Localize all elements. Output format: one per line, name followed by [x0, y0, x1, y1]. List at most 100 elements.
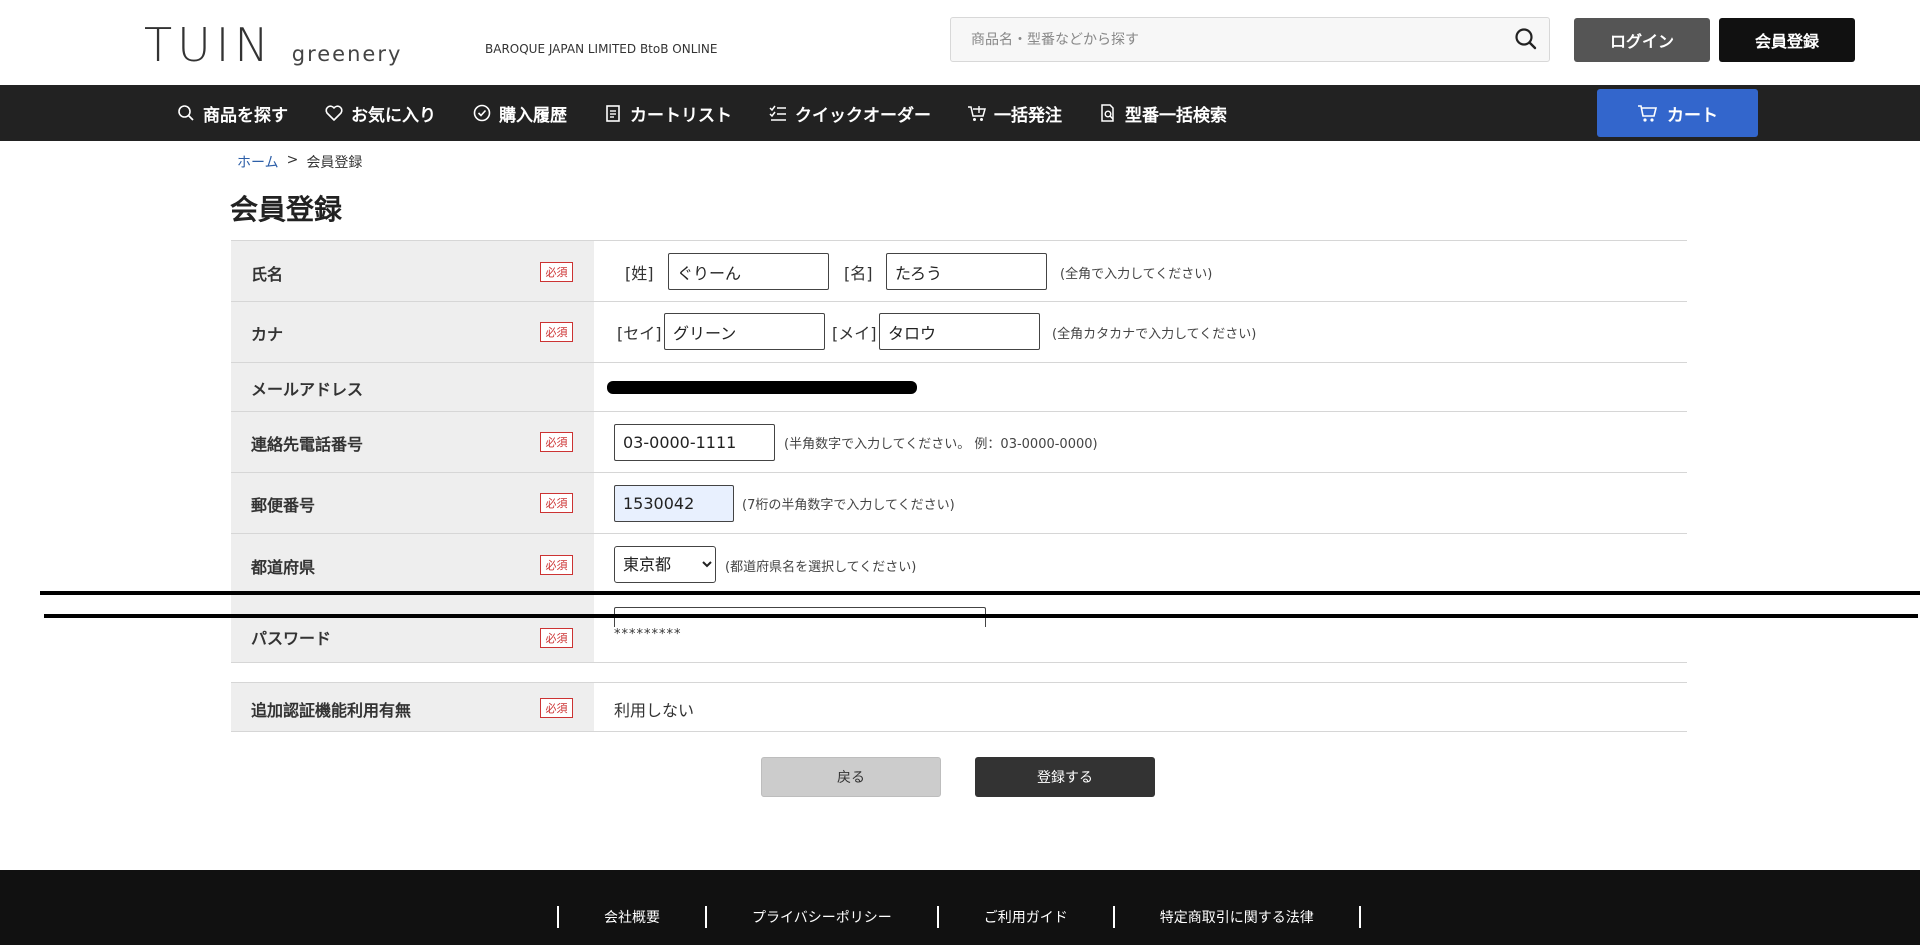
required-badge: 必須: [540, 555, 573, 575]
form-row-value-cell: 利用しない: [594, 683, 1687, 731]
back-button[interactable]: 戻る: [761, 757, 941, 797]
footer-divider: [1358, 906, 1361, 928]
required-badge: 必須: [540, 493, 573, 513]
first-name-tag: [名]: [844, 264, 873, 283]
form-row-value-cell: [姓] [名] (全角で入力してください): [594, 241, 1687, 301]
site-header: TUIN greenery BAROQUE JAPAN LIMITED BtoB…: [0, 0, 1920, 85]
last-kana-input[interactable]: [664, 313, 825, 350]
nav-item-label: カートリスト: [630, 105, 732, 126]
main-nav: 商品を探す お気に入り 購入履歴 カートリスト クイックオーダー 一括発注 型番…: [0, 85, 1920, 141]
postal-label: 郵便番号: [251, 496, 316, 515]
site-footer: 会社概要 プライバシーポリシー ご利用ガイド 特定商取引に関する法律: [0, 870, 1920, 945]
register-button[interactable]: 会員登録: [1719, 18, 1855, 62]
form-row-password: パスワード 必須 *********: [231, 590, 1687, 663]
nav-item-label: 購入履歴: [499, 105, 567, 126]
document-search-icon: [1098, 103, 1118, 123]
form-row-prefecture: 都道府県 必須 東京都 (都道府県名を選択してください): [231, 534, 1687, 590]
search-icon[interactable]: [1513, 26, 1539, 52]
nav-item-purchase-history[interactable]: 購入履歴: [472, 101, 567, 126]
nav-item-label: 商品を探す: [203, 105, 288, 126]
login-button[interactable]: ログイン: [1574, 18, 1710, 62]
required-badge: 必須: [540, 432, 573, 452]
first-kana-tag: [メイ]: [832, 324, 877, 343]
two-factor-label: 追加認証機能利用有無: [251, 701, 412, 720]
form-row-phone: 連絡先電話番号 必須 (半角数字で入力してください。 例：03-0000-000…: [231, 412, 1687, 473]
breadcrumb: ホーム > 会員登録: [237, 152, 362, 172]
name-label: 氏名: [251, 265, 284, 284]
last-name-input[interactable]: [668, 253, 829, 290]
overlay-line: [40, 591, 1920, 595]
phone-label: 連絡先電話番号: [251, 435, 364, 454]
clock-icon: [472, 103, 492, 123]
form-row-kana: カナ 必須 [セイ] [メイ] (全角カタカナで入力してください): [231, 302, 1687, 363]
last-name-tag: [姓]: [625, 264, 654, 283]
site-logo[interactable]: TUIN greenery: [144, 18, 403, 72]
breadcrumb-home-link[interactable]: ホーム: [237, 152, 279, 172]
form-row-value-cell: (7桁の半角数字で入力してください): [594, 473, 1687, 533]
prefecture-label: 都道府県: [251, 558, 316, 577]
cart-upload-icon: [967, 103, 987, 123]
logo-main-text: TUIN: [144, 18, 274, 72]
first-kana-input[interactable]: [879, 313, 1040, 350]
breadcrumb-current: 会員登録: [306, 155, 363, 171]
search-icon: [176, 103, 196, 123]
nav-item-quick-order[interactable]: クイックオーダー: [768, 101, 931, 126]
password-value: *********: [614, 627, 682, 642]
required-badge: 必須: [540, 262, 573, 282]
kana-label: カナ: [251, 325, 284, 344]
form-row-label-cell: メールアドレス: [231, 363, 594, 411]
nav-item-label: 型番一括検索: [1125, 105, 1227, 126]
page-title: 会員登録: [230, 193, 343, 226]
prefecture-hint: (都道府県名を選択してください): [725, 560, 917, 575]
nav-item-bulk-order[interactable]: 一括発注: [967, 101, 1062, 126]
kana-hint: (全角カタカナで入力してください): [1052, 327, 1257, 342]
form-row-email: メールアドレス: [231, 363, 1687, 412]
form-row-value-cell: 東京都 (都道府県名を選択してください): [594, 534, 1687, 590]
search-box: [950, 17, 1550, 62]
nav-item-cart-list[interactable]: カートリスト: [603, 101, 732, 126]
nav-item-model-bulk-search[interactable]: 型番一括検索: [1098, 101, 1227, 126]
form-row-label-cell: パスワード 必須: [231, 590, 594, 662]
form-row-label-cell: 郵便番号 必須: [231, 473, 594, 533]
two-factor-value: 利用しない: [614, 701, 695, 720]
checklist-icon: [768, 103, 788, 123]
cart-button-label: カート: [1667, 105, 1718, 126]
form-row-label-cell: カナ 必須: [231, 302, 594, 362]
form-row-two-factor: 追加認証機能利用有無 必須 利用しない: [231, 682, 1687, 732]
footer-link-commerce-law[interactable]: 特定商取引に関する法律: [1115, 907, 1359, 927]
cart-button[interactable]: カート: [1597, 89, 1758, 137]
heart-icon: [324, 103, 344, 123]
overlay-line: [44, 614, 1918, 618]
search-input[interactable]: [951, 18, 1491, 61]
email-label: メールアドレス: [251, 380, 364, 399]
nav-item-search-products[interactable]: 商品を探す: [176, 101, 288, 126]
logo-sub-text: greenery: [291, 42, 403, 66]
footer-links: 会社概要 プライバシーポリシー ご利用ガイド 特定商取引に関する法律: [557, 906, 1361, 928]
site-tagline: BAROQUE JAPAN LIMITED BtoB ONLINE: [485, 42, 718, 56]
first-name-input[interactable]: [886, 253, 1047, 290]
postal-code-input[interactable]: [614, 485, 734, 522]
footer-link-guide[interactable]: ご利用ガイド: [939, 907, 1113, 927]
breadcrumb-separator: >: [286, 152, 299, 168]
required-badge: 必須: [540, 322, 573, 342]
footer-link-company[interactable]: 会社概要: [559, 907, 705, 927]
nav-item-favorites[interactable]: お気に入り: [324, 101, 436, 126]
form-row-name: 氏名 必須 [姓] [名] (全角で入力してください): [231, 240, 1687, 302]
nav-item-label: お気に入り: [351, 105, 436, 126]
footer-link-privacy[interactable]: プライバシーポリシー: [707, 907, 937, 927]
name-hint: (全角で入力してください): [1060, 267, 1213, 282]
required-badge: 必須: [540, 698, 573, 718]
form-row-label-cell: 都道府県 必須: [231, 534, 594, 590]
submit-button[interactable]: 登録する: [975, 757, 1155, 797]
form-row-postal: 郵便番号 必須 (7桁の半角数字で入力してください): [231, 473, 1687, 534]
phone-input[interactable]: [614, 424, 775, 461]
page: TUIN greenery BAROQUE JAPAN LIMITED BtoB…: [0, 0, 1920, 945]
phone-hint: (半角数字で入力してください。 例：03-0000-0000): [784, 437, 1098, 452]
nav-item-label: クイックオーダー: [795, 105, 931, 126]
cart-icon: [1637, 102, 1659, 124]
prefecture-select[interactable]: 東京都: [614, 546, 716, 583]
form-row-label-cell: 氏名 必須: [231, 241, 594, 301]
postal-hint: (7桁の半角数字で入力してください): [742, 498, 955, 513]
form-row-value-cell: (半角数字で入力してください。 例：03-0000-0000): [594, 412, 1687, 472]
form-row-label-cell: 連絡先電話番号 必須: [231, 412, 594, 472]
